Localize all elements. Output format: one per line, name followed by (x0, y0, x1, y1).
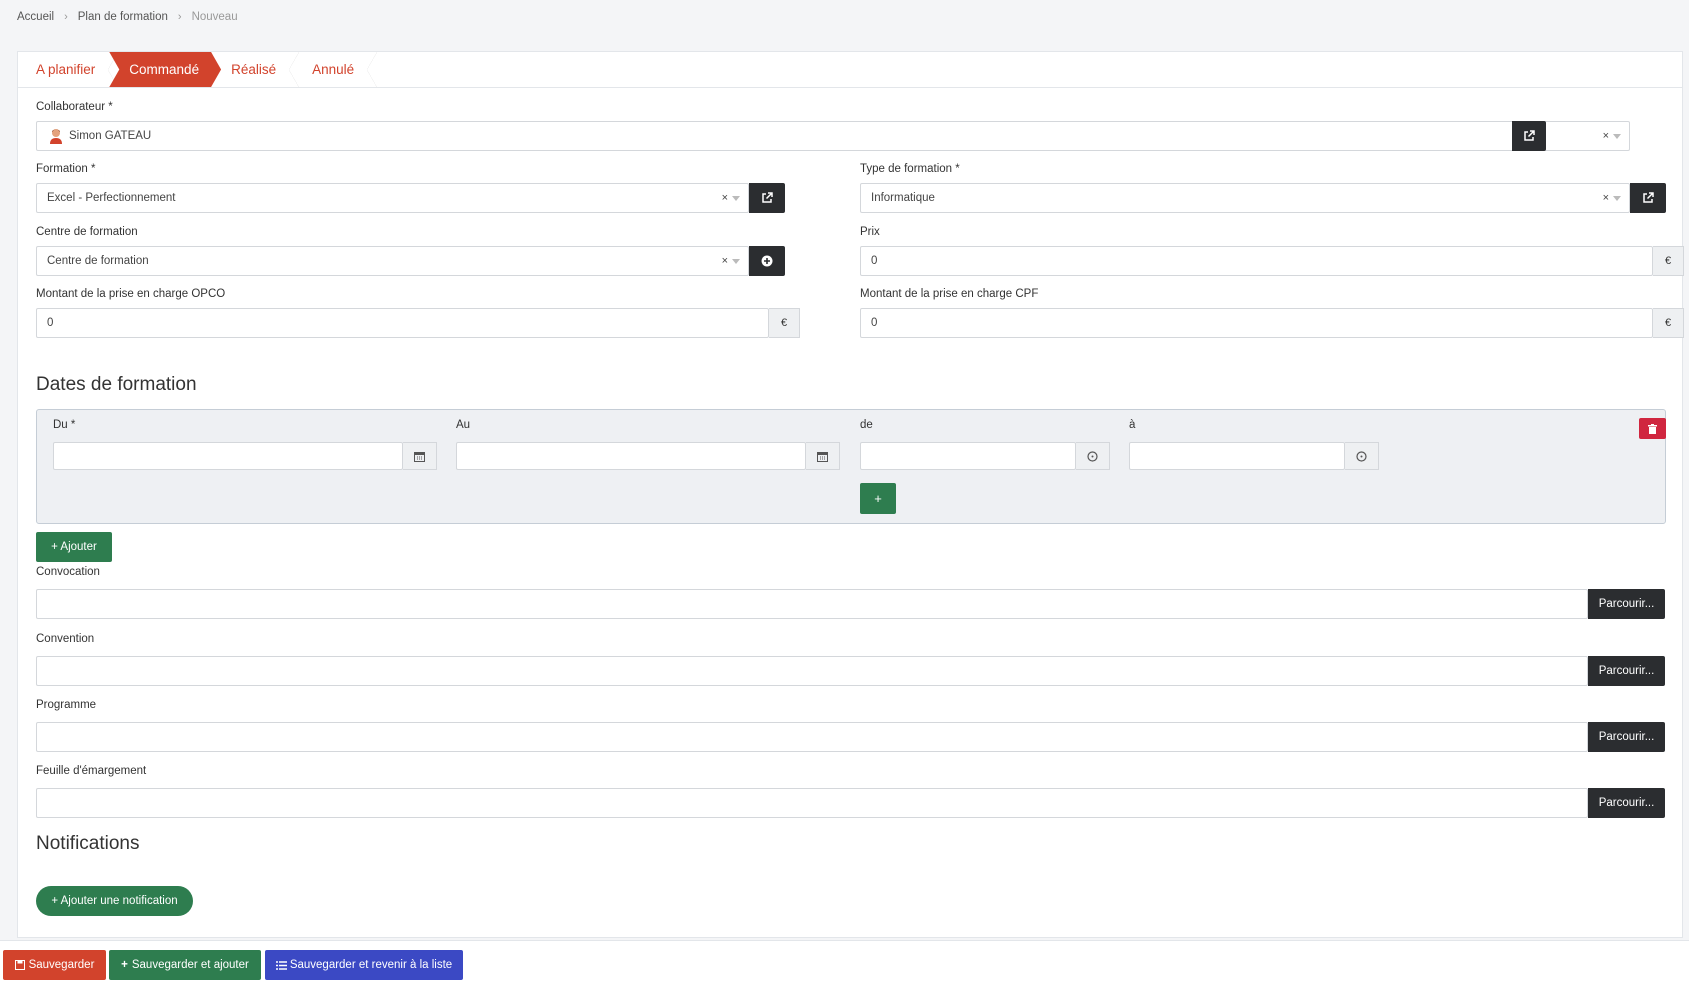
breadcrumb-separator-icon: › (177, 11, 182, 23)
save-label: Sauvegarder (28, 959, 95, 971)
du-label: Du * (53, 419, 76, 431)
formation-label: Formation * (36, 163, 96, 175)
euro-addon: € (1653, 246, 1684, 276)
save-add-label: Sauvegarder et ajouter (131, 959, 249, 971)
euro-addon: € (1653, 308, 1684, 338)
programme-file-input[interactable] (36, 722, 1588, 752)
convention-label: Convention (36, 633, 95, 645)
save-list-label: Sauvegarder et revenir à la liste (289, 959, 453, 971)
collaborateur-open-button[interactable] (1512, 121, 1546, 151)
programme-label: Programme (36, 699, 97, 711)
emargement-label: Feuille d'émargement (36, 765, 147, 777)
cpf-input[interactable]: 0 (860, 308, 1653, 338)
floppy-icon (14, 960, 25, 970)
calendar-icon (817, 451, 828, 462)
footer-actions: Sauvegarder + Sauvegarder et ajouter Sau… (0, 940, 1689, 983)
opco-value: 0 (47, 317, 54, 329)
step-realise[interactable]: Réalisé (221, 52, 300, 87)
clear-icon[interactable]: × (1603, 192, 1609, 204)
status-steps: A planifier Commandé Réalisé Annulé (18, 52, 1682, 88)
calendar-addon[interactable] (403, 442, 437, 470)
clock-addon[interactable] (1345, 442, 1379, 470)
save-and-add-button[interactable]: + Sauvegarder et ajouter (109, 950, 261, 980)
convention-browse-button[interactable]: Parcourir... (1588, 656, 1665, 686)
calendar-icon (414, 451, 425, 462)
convocation-label: Convocation (36, 566, 100, 578)
clock-icon (1356, 450, 1367, 462)
step-a-planifier[interactable]: A planifier (18, 52, 119, 87)
breadcrumb-plan[interactable]: Plan de formation (78, 11, 168, 23)
collaborateur-value: Simon GATEAU (69, 130, 152, 142)
opco-label: Montant de la prise en charge OPCO (36, 288, 226, 300)
notifications-title: Notifications (36, 833, 140, 854)
convocation-browse-button[interactable]: Parcourir... (1588, 589, 1665, 619)
external-link-icon (1643, 192, 1654, 203)
cpf-label: Montant de la prise en charge CPF (860, 288, 1039, 300)
centre-placeholder: Centre de formation (47, 255, 149, 267)
step-commande[interactable]: Commandé (109, 52, 221, 87)
chevron-down-icon[interactable] (732, 258, 740, 264)
plus-icon: + (121, 959, 128, 971)
a-label: à (1129, 419, 1136, 431)
au-date-input[interactable] (456, 442, 806, 470)
collaborateur-label: Collaborateur * (36, 101, 113, 113)
chevron-down-icon[interactable] (732, 195, 740, 201)
delete-row-button[interactable] (1639, 418, 1666, 439)
formation-open-button[interactable] (749, 183, 785, 213)
external-link-icon (1524, 130, 1535, 141)
step-annule[interactable]: Annulé (294, 52, 378, 87)
clear-icon[interactable]: × (1603, 130, 1609, 142)
cpf-value: 0 (871, 317, 878, 329)
list-icon (275, 960, 287, 970)
clear-icon[interactable]: × (722, 255, 728, 267)
convention-file-input[interactable] (36, 656, 1588, 686)
prix-value: 0 (871, 255, 878, 267)
breadcrumb-separator-icon: › (64, 11, 68, 23)
dates-title: Dates de formation (36, 374, 197, 395)
external-link-icon (762, 192, 773, 203)
trash-icon (1648, 423, 1657, 434)
centre-label: Centre de formation (36, 226, 138, 238)
au-label: Au (456, 419, 471, 431)
type-formation-open-button[interactable] (1630, 183, 1666, 213)
breadcrumb: Accueil › Plan de formation › Nouveau (17, 8, 238, 26)
emargement-browse-button[interactable]: Parcourir... (1588, 788, 1665, 818)
clock-addon[interactable] (1076, 442, 1110, 470)
a-time-input[interactable] (1129, 442, 1345, 470)
plus-circle-icon (761, 255, 773, 267)
convocation-file-input[interactable] (36, 589, 1588, 619)
chevron-down-icon[interactable] (1613, 195, 1621, 201)
breadcrumb-current: Nouveau (191, 11, 238, 23)
prix-label: Prix (860, 226, 880, 238)
breadcrumb-home[interactable]: Accueil (17, 11, 54, 23)
date-row-panel: Du * Au de à + (36, 409, 1666, 524)
type-formation-value: Informatique (871, 192, 935, 204)
calendar-addon[interactable] (806, 442, 840, 470)
euro-addon: € (769, 308, 800, 338)
collaborateur-select[interactable]: Simon GATEAU × (36, 121, 1630, 151)
type-formation-select[interactable]: Informatique × (860, 183, 1630, 213)
add-date-button[interactable]: + Ajouter (36, 532, 112, 562)
clock-icon (1087, 450, 1098, 462)
opco-input[interactable]: 0 (36, 308, 769, 338)
formation-select[interactable]: Excel - Perfectionnement × (36, 183, 749, 213)
chevron-down-icon[interactable] (1613, 133, 1621, 139)
avatar (49, 128, 63, 144)
du-date-input[interactable] (53, 442, 403, 470)
add-notification-button[interactable]: + Ajouter une notification (36, 886, 193, 916)
form-card: A planifier Commandé Réalisé Annulé Coll… (17, 51, 1684, 938)
centre-select[interactable]: Centre de formation × (36, 246, 749, 276)
formation-value: Excel - Perfectionnement (47, 192, 176, 204)
save-button[interactable]: Sauvegarder (3, 950, 106, 980)
de-label: de (860, 419, 873, 431)
de-time-input[interactable] (860, 442, 1076, 470)
emargement-file-input[interactable] (36, 788, 1588, 818)
prix-input[interactable]: 0 (860, 246, 1653, 276)
centre-add-button[interactable] (749, 246, 785, 276)
add-time-slot-button[interactable]: + (860, 483, 896, 514)
type-formation-label: Type de formation * (860, 163, 960, 175)
programme-browse-button[interactable]: Parcourir... (1588, 722, 1665, 752)
clear-icon[interactable]: × (722, 192, 728, 204)
save-and-list-button[interactable]: Sauvegarder et revenir à la liste (265, 950, 463, 980)
